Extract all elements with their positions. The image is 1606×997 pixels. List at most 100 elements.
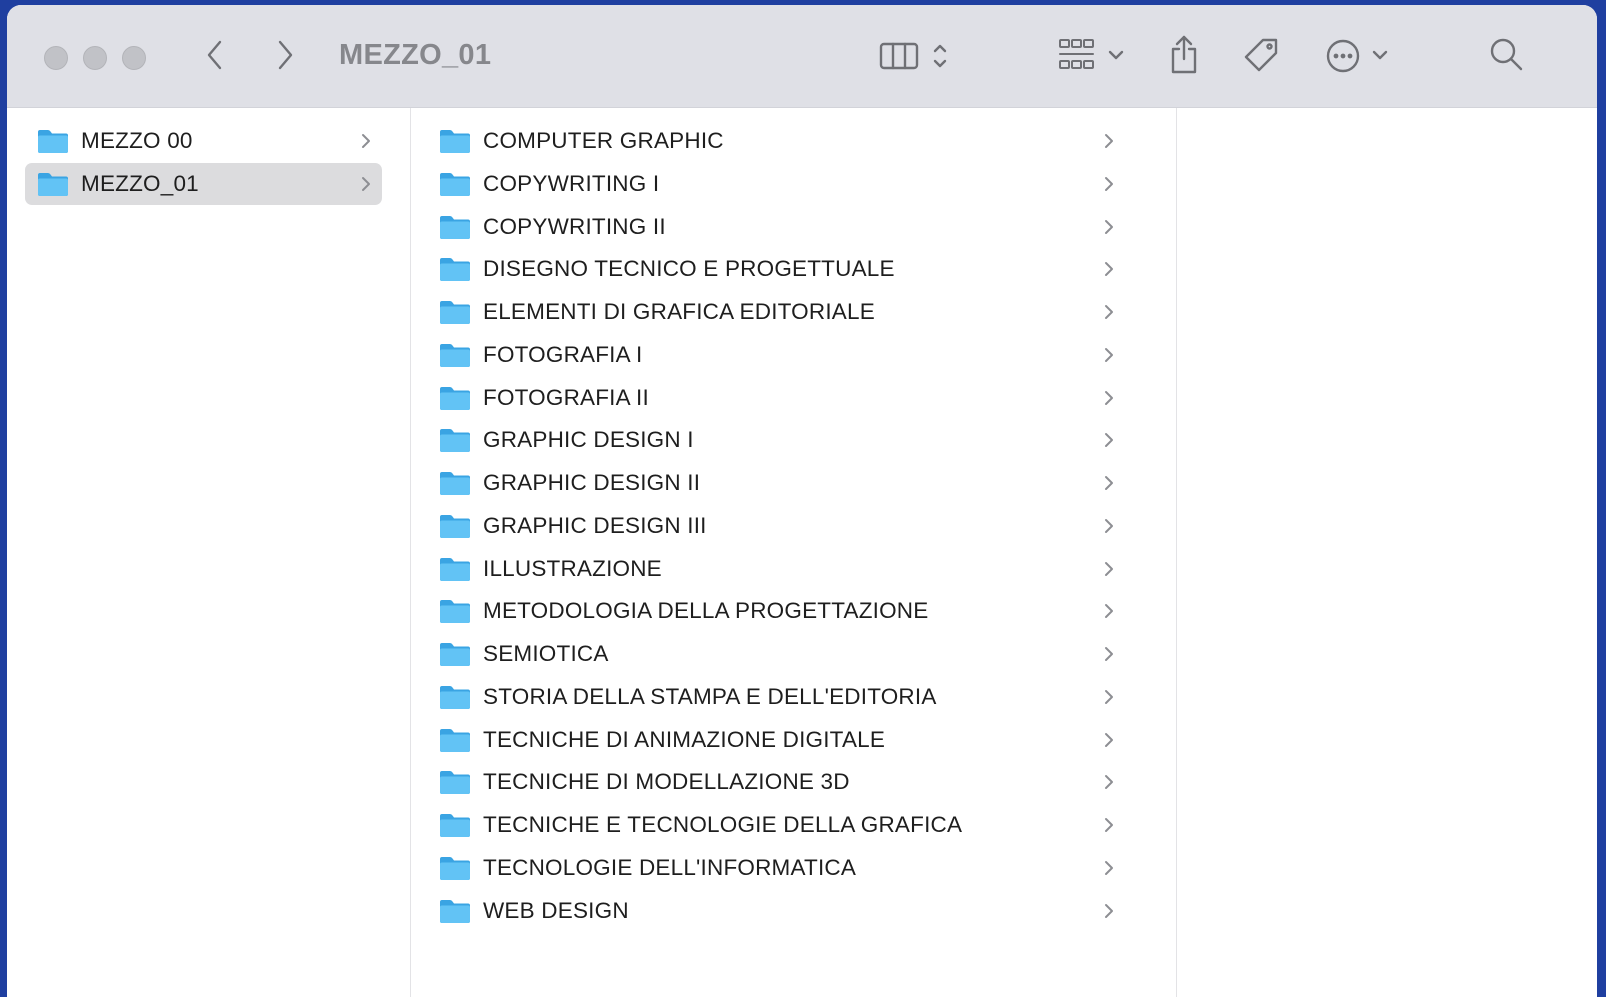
chevron-right-icon	[1103, 815, 1115, 835]
folder-icon	[439, 556, 471, 582]
preview-column	[1178, 108, 1597, 997]
toolbar: MEZZO_01	[7, 5, 1597, 108]
folder-icon	[439, 128, 471, 154]
column-view-icon[interactable]	[879, 38, 919, 74]
minimize-window-button[interactable]	[83, 46, 107, 70]
folder-label: WEB DESIGN	[483, 897, 629, 923]
folder-label: ILLUSTRAZIONE	[483, 555, 662, 581]
folder-label: ELEMENTI DI GRAFICA EDITORIALE	[483, 299, 875, 324]
chevron-right-icon	[1103, 730, 1115, 750]
chevron-right-icon	[1103, 430, 1115, 450]
chevron-right-icon	[1103, 259, 1115, 279]
folder-row[interactable]: MEZZO_01	[25, 163, 382, 205]
folder-label: FOTOGRAFIA I	[483, 341, 643, 367]
folder-row[interactable]: TECNICHE DI ANIMAZIONE DIGITALE	[431, 719, 1131, 761]
folder-row[interactable]: GRAPHIC DESIGN II	[431, 462, 1131, 504]
folder-row[interactable]: COMPUTER GRAPHIC	[431, 120, 1131, 162]
folder-row[interactable]: TECNICHE E TECNOLOGIE DELLA GRAFICA	[431, 804, 1131, 846]
chevron-right-icon	[1103, 473, 1115, 493]
folder-icon	[439, 513, 471, 539]
folder-row[interactable]: ELEMENTI DI GRAFICA EDITORIALE	[431, 291, 1131, 333]
parent-folder-column: MEZZO 00 MEZZO_01	[7, 108, 411, 997]
folder-row[interactable]: SEMIOTICA	[431, 633, 1131, 675]
folder-icon	[439, 342, 471, 368]
chevron-right-icon	[1103, 345, 1115, 365]
folder-icon	[439, 769, 471, 795]
search-icon[interactable]	[1487, 35, 1527, 75]
chevron-right-icon	[1103, 644, 1115, 664]
folder-label: SEMIOTICA	[483, 641, 609, 666]
folder-label: STORIA DELLA STAMPA E DELL'EDITORIA	[483, 683, 937, 709]
folder-row[interactable]: STORIA DELLA STAMPA E DELL'EDITORIA	[431, 676, 1131, 718]
chevron-right-icon	[1103, 687, 1115, 707]
folder-label: COPYWRITING I	[483, 170, 660, 196]
group-grid-icon[interactable]	[1057, 35, 1097, 75]
chevron-right-icon	[360, 131, 372, 151]
folder-label: GRAPHIC DESIGN II	[483, 470, 701, 495]
folder-row[interactable]: GRAPHIC DESIGN III	[431, 505, 1131, 547]
folder-label: MEZZO 00	[81, 128, 193, 153]
chevron-right-icon	[1103, 901, 1115, 921]
folder-icon	[439, 299, 471, 325]
folder-icon	[439, 727, 471, 753]
share-icon[interactable]	[1167, 33, 1201, 77]
folder-row[interactable]: DISEGNO TECNICO E PROGETTUALE	[431, 248, 1131, 290]
chevron-right-icon	[1103, 217, 1115, 237]
folder-icon	[37, 128, 69, 154]
folder-icon	[439, 598, 471, 624]
chevron-right-icon	[1103, 302, 1115, 322]
folder-label: TECNOLOGIE DELL'INFORMATICA	[483, 854, 857, 880]
folder-label: GRAPHIC DESIGN III	[483, 512, 707, 538]
folder-row[interactable]: FOTOGRAFIA I	[431, 334, 1131, 376]
tag-icon[interactable]	[1241, 35, 1281, 75]
chevron-right-icon	[1103, 516, 1115, 536]
chevron-right-icon	[360, 174, 372, 194]
chevron-right-icon	[1103, 174, 1115, 194]
folder-label: TECNICHE DI ANIMAZIONE DIGITALE	[483, 726, 886, 752]
folder-icon	[37, 171, 69, 197]
folder-icon	[439, 385, 471, 411]
close-window-button[interactable]	[44, 46, 68, 70]
chevron-right-icon	[1103, 388, 1115, 408]
folder-label: MEZZO_01	[81, 171, 199, 196]
folder-icon	[439, 641, 471, 667]
folder-row[interactable]: MEZZO 00	[25, 120, 382, 162]
folder-row[interactable]: TECNOLOGIE DELL'INFORMATICA	[431, 847, 1131, 889]
finder-window: MEZZO_01 MEZZO 00 MEZZO_01 COMPUTER GRAP…	[7, 5, 1597, 997]
folder-label: METODOLOGIA DELLA PROGETTAZIONE	[483, 598, 929, 624]
folder-label: DISEGNO TECNICO E PROGETTUALE	[483, 256, 895, 282]
chevron-right-icon	[1103, 858, 1115, 878]
zoom-window-button[interactable]	[122, 46, 146, 70]
folder-label: TECNICHE E TECNOLOGIE DELLA GRAFICA	[483, 812, 963, 837]
folder-icon	[439, 256, 471, 282]
folder-row[interactable]: TECNICHE DI MODELLAZIONE 3D	[431, 761, 1131, 803]
folder-icon	[439, 855, 471, 881]
chevron-right-icon	[1103, 559, 1115, 579]
forward-icon[interactable]	[273, 37, 297, 73]
more-actions-icon[interactable]	[1323, 36, 1363, 76]
folder-row[interactable]: COPYWRITING I	[431, 163, 1131, 205]
folder-label: COPYWRITING II	[483, 213, 666, 239]
folder-contents-column: COMPUTER GRAPHIC COPYWRITING I COPYWRITING…	[411, 108, 1177, 997]
folder-icon	[439, 171, 471, 197]
view-toggle-chevron-icon[interactable]	[930, 39, 950, 73]
chevron-right-icon	[1103, 601, 1115, 621]
folder-label: TECNICHE DI MODELLAZIONE 3D	[483, 769, 850, 795]
folder-row[interactable]: WEB DESIGN	[431, 890, 1131, 932]
folder-row[interactable]: GRAPHIC DESIGN I	[431, 419, 1131, 461]
window-title: MEZZO_01	[339, 39, 492, 71]
folder-row[interactable]: ILLUSTRAZIONE	[431, 548, 1131, 590]
folder-icon	[439, 470, 471, 496]
back-icon[interactable]	[203, 37, 227, 73]
folder-label: COMPUTER GRAPHIC	[483, 128, 724, 153]
folder-icon	[439, 684, 471, 710]
folder-icon	[439, 427, 471, 453]
folder-icon	[439, 812, 471, 838]
chevron-right-icon	[1103, 772, 1115, 792]
chevron-down-icon[interactable]	[1107, 47, 1125, 63]
chevron-down-icon[interactable]	[1371, 47, 1389, 63]
folder-row[interactable]: FOTOGRAFIA II	[431, 377, 1131, 419]
folder-label: GRAPHIC DESIGN I	[483, 427, 694, 453]
folder-row[interactable]: METODOLOGIA DELLA PROGETTAZIONE	[431, 590, 1131, 632]
folder-row[interactable]: COPYWRITING II	[431, 206, 1131, 248]
